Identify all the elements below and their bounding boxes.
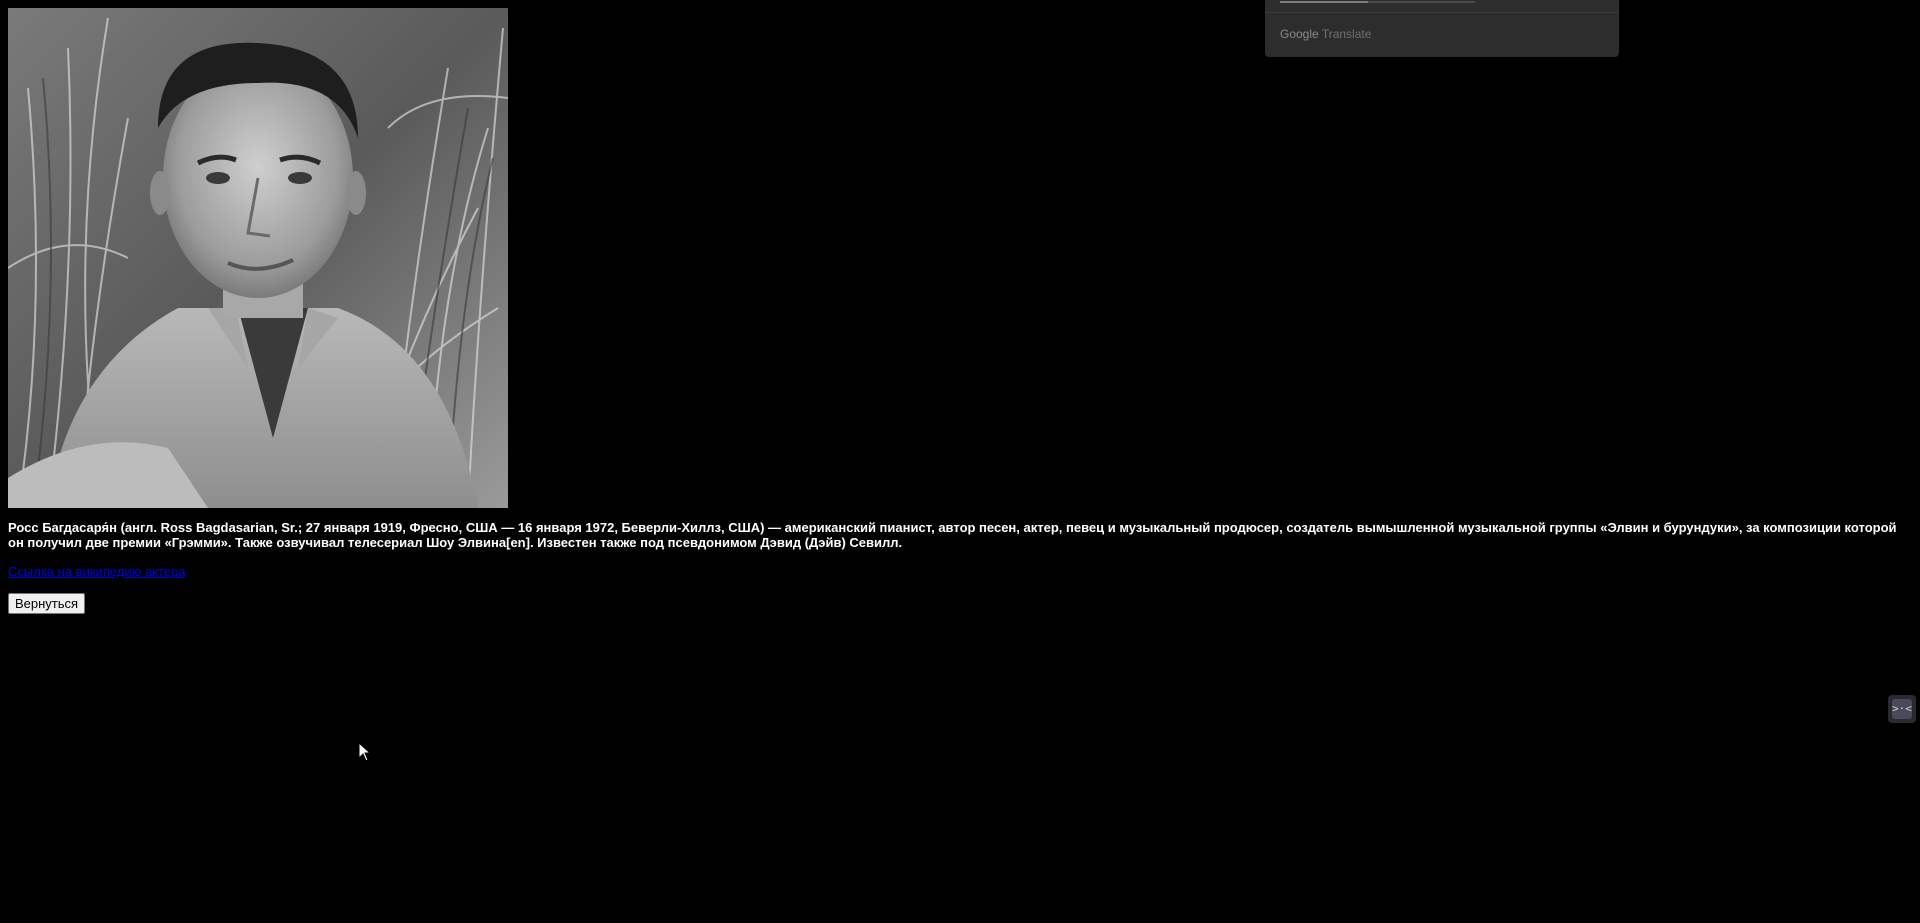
mouse-cursor-icon [358, 742, 372, 762]
extension-widget[interactable]: >·< [1888, 695, 1916, 723]
wikipedia-link[interactable]: Ссылка на википедию актера [8, 564, 186, 579]
extension-icon[interactable]: >·< [1892, 699, 1912, 719]
google-translate-popup: Google Translate [1265, 0, 1619, 57]
popup-divider [1265, 12, 1619, 13]
translate-progress-track [1280, 1, 1475, 3]
actor-photo [8, 8, 508, 508]
google-translate-brand: Google Translate [1280, 27, 1371, 41]
actor-portrait-image [8, 8, 508, 508]
translate-progress-bar [1280, 1, 1368, 3]
actor-bio: Росс Багдасаря́н (англ. Ross Bagdasarian… [8, 520, 1897, 550]
back-button[interactable]: Вернуться [8, 593, 86, 614]
brand-google: Google [1280, 27, 1319, 41]
brand-translate: Translate [1321, 27, 1372, 41]
